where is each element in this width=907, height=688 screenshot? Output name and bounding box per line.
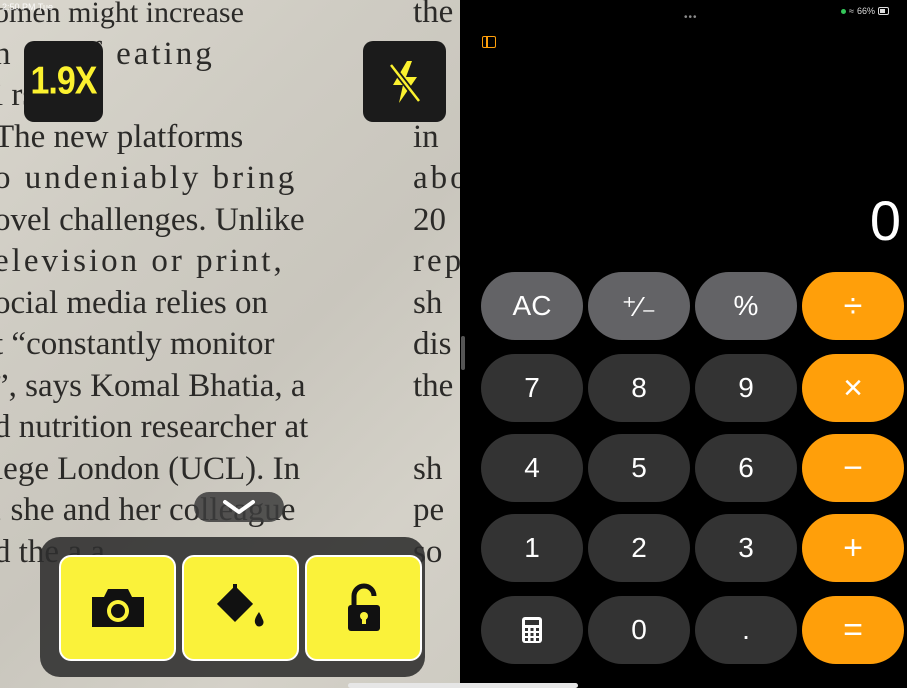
right-text-line: abo <box>413 160 460 196</box>
left-text-line: , she and her colleague <box>0 492 296 528</box>
key-label: 3 <box>738 532 754 563</box>
left-text-line: o undeniably bring <box>0 160 298 196</box>
key-minus-button[interactable]: − <box>802 434 904 502</box>
key-label: − <box>843 448 863 487</box>
key-label: % <box>733 290 759 321</box>
focus-lock-button[interactable] <box>305 555 422 661</box>
key-sign-button[interactable]: ⁺⁄₋ <box>588 272 690 340</box>
collapse-toolbar-button[interactable] <box>194 492 284 522</box>
left-text-line: d nutrition researcher at <box>0 409 309 445</box>
status-indicators: ≈ 66% <box>841 6 889 16</box>
key-label: + <box>843 528 863 567</box>
left-text-line: ovel challenges. Unlike <box>0 201 305 238</box>
key-equals-button[interactable]: = <box>802 596 904 664</box>
key-ac-button[interactable]: AC <box>481 272 583 340</box>
key-three-button[interactable]: 3 <box>695 514 797 582</box>
key-label: 5 <box>631 452 647 483</box>
key-label: = <box>843 610 863 649</box>
key-label: 8 <box>631 372 647 403</box>
multitasking-menu[interactable]: ••• <box>684 12 698 23</box>
mic-indicator-icon <box>841 8 846 14</box>
right-text-line: rep <box>413 243 460 279</box>
battery-percentage: 66% <box>856 6 875 16</box>
right-text-line: in <box>413 118 439 155</box>
left-text-line: The new platforms <box>0 118 244 155</box>
calculator-icon <box>522 617 542 643</box>
split-view-divider-handle[interactable] <box>461 336 465 370</box>
right-text-line: the <box>413 367 454 404</box>
key-label: AC <box>512 290 552 321</box>
key-multiply-button[interactable]: × <box>802 354 904 422</box>
key-plus-button[interactable]: + <box>802 514 904 582</box>
paint-bucket-icon <box>216 584 264 627</box>
key-seven-button[interactable]: 7 <box>481 354 583 422</box>
key-label: 4 <box>524 452 540 483</box>
right-text-line: the <box>413 0 454 30</box>
right-text-line: sh <box>413 284 443 321</box>
key-label: 1 <box>524 532 540 563</box>
key-label: 2 <box>631 532 647 563</box>
battery-icon <box>877 7 889 15</box>
key-decimal-button[interactable]: . <box>695 596 797 664</box>
key-percent-button[interactable]: % <box>695 272 797 340</box>
left-text-line: ocial media relies on <box>0 284 268 321</box>
right-text-line: pe <box>413 492 445 528</box>
key-label: 7 <box>524 372 540 403</box>
key-one-button[interactable]: 1 <box>481 514 583 582</box>
history-sidebar-icon[interactable] <box>482 36 496 48</box>
home-indicator[interactable] <box>348 683 578 688</box>
zoom-level-label: 1.9X <box>30 59 98 103</box>
flash-off-icon <box>388 60 421 103</box>
chevron-down-icon <box>223 500 255 514</box>
zoom-level-button[interactable]: 1.9X <box>24 41 103 122</box>
key-label: ⁺⁄₋ <box>621 290 657 322</box>
key-four-button[interactable]: 4 <box>481 434 583 502</box>
key-calc-icon-button[interactable] <box>481 596 583 664</box>
magnifier-toolbar <box>40 537 425 677</box>
key-label: 0 <box>631 614 647 645</box>
key-label: ÷ <box>843 286 863 325</box>
right-text-line <box>413 407 460 449</box>
key-label: 6 <box>738 452 754 483</box>
key-eight-button[interactable]: 8 <box>588 354 690 422</box>
calculator-display: 0 <box>869 189 901 252</box>
left-text-line: elevision or print, <box>0 243 285 279</box>
key-nine-button[interactable]: 9 <box>695 354 797 422</box>
left-text-line: lege London (UCL). In <box>0 450 301 487</box>
key-five-button[interactable]: 5 <box>588 434 690 502</box>
right-text-line: 20 <box>413 201 446 238</box>
camera-icon <box>91 589 144 627</box>
key-six-button[interactable]: 6 <box>695 434 797 502</box>
right-text-line: sh <box>413 450 443 487</box>
key-divide-button[interactable]: ÷ <box>802 272 904 340</box>
key-label: . <box>742 614 750 645</box>
left-text-line: t “constantly monitor <box>0 326 275 362</box>
unlock-icon <box>347 583 380 631</box>
status-time: 2:50 PM Tue <box>2 2 54 12</box>
color-filter-button[interactable] <box>182 555 299 661</box>
magnifier-pane[interactable]: omen might increaseh sk of eatingi rs. T… <box>0 0 460 688</box>
key-zero-button[interactable]: 0 <box>588 596 690 664</box>
key-label: × <box>843 368 863 407</box>
left-text-line: omen might increase <box>0 0 244 29</box>
left-text-line: ”, says Komal Bhatia, a <box>0 367 306 404</box>
right-text-line: dis <box>413 326 452 362</box>
capture-button[interactable] <box>59 555 176 661</box>
key-label: 9 <box>738 372 754 403</box>
key-two-button[interactable]: 2 <box>588 514 690 582</box>
flashlight-toggle-button[interactable] <box>363 41 446 122</box>
wifi-icon: ≈ <box>849 6 854 16</box>
